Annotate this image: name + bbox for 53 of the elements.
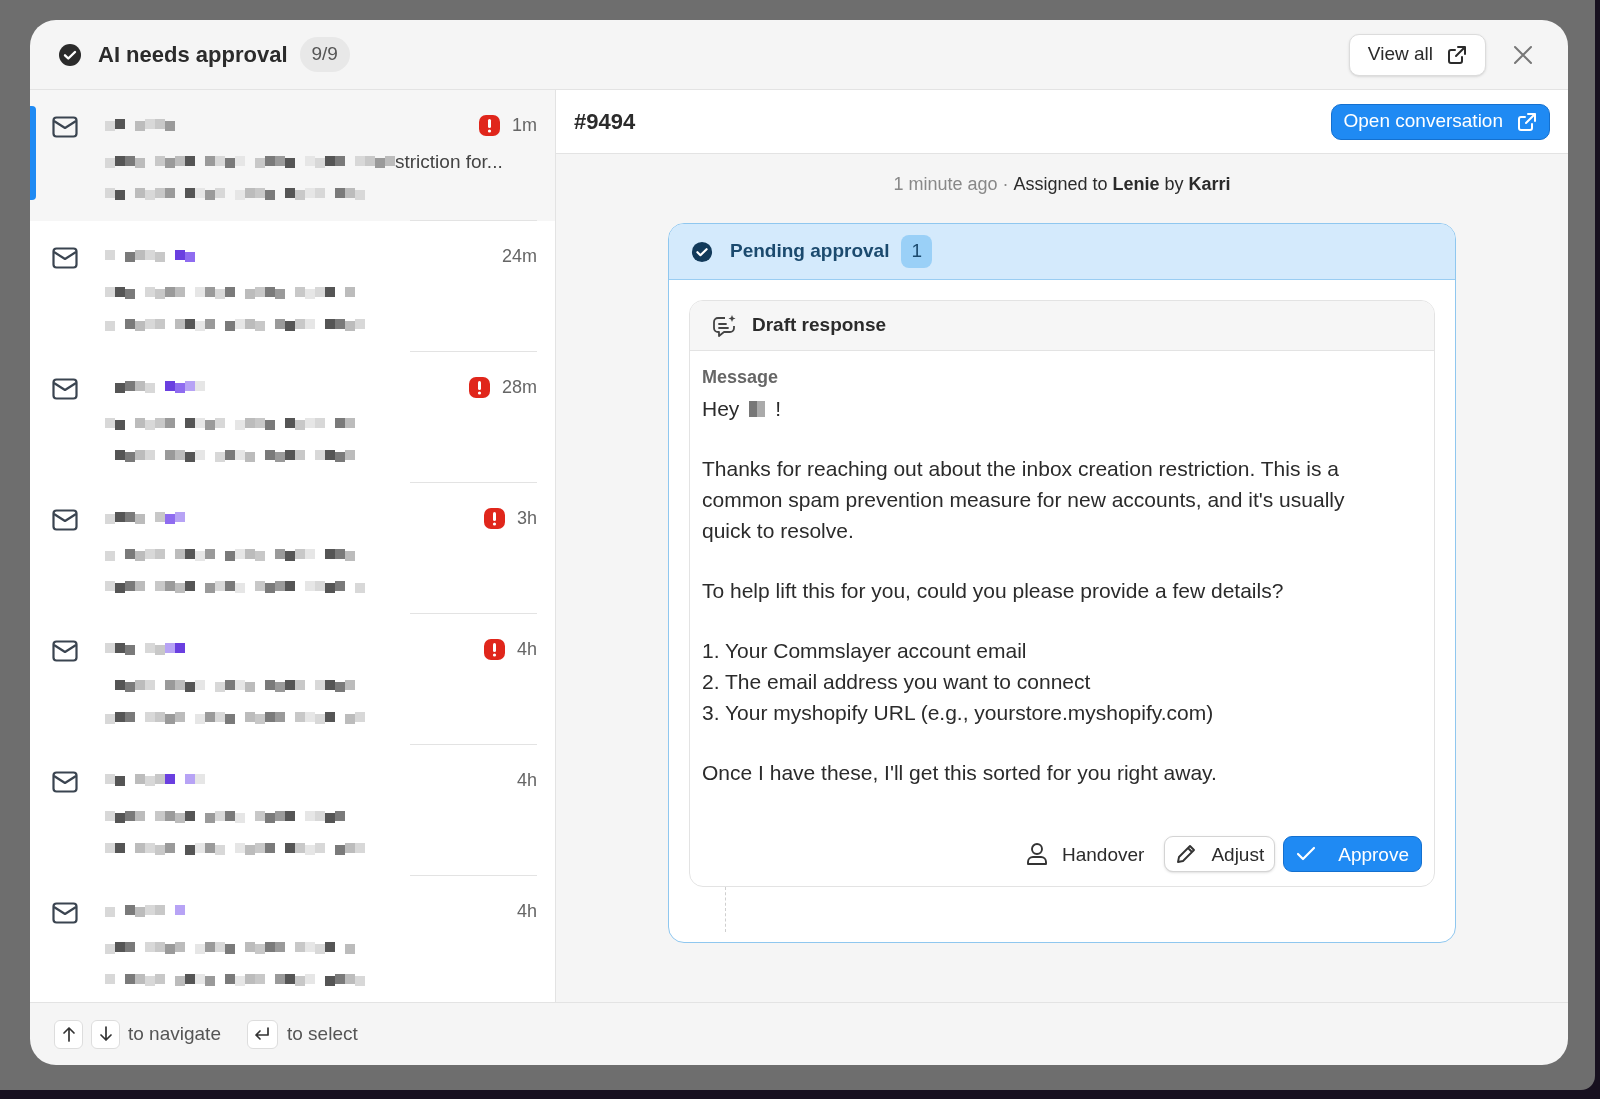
count-badge: 1	[901, 235, 932, 268]
assignment-text: Assigned to Lenie by Karri	[1013, 173, 1231, 196]
time-text: 24m	[502, 244, 537, 268]
envelope-icon	[52, 247, 78, 269]
person-icon	[1026, 842, 1048, 866]
greeting-text: Hey	[702, 396, 740, 422]
envelope-icon	[52, 640, 78, 662]
envelope-icon	[52, 116, 78, 138]
dialog-title: AI needs approval	[98, 41, 288, 69]
up-arrow-icon	[61, 1026, 76, 1042]
close-icon[interactable]	[1512, 43, 1534, 66]
message-paragraph: Thanks for reaching out about the inbox creation restriction. This is a common spam prevention measure for new accounts, and it's usually quick to resolve.	[702, 456, 1346, 544]
list-item: 2. The email address you want to connect	[702, 669, 1091, 695]
pencil-icon	[1175, 843, 1198, 865]
draft-title: Draft response	[752, 313, 887, 338]
greeting-text: !	[775, 396, 782, 422]
pending-title: Pending approval	[730, 239, 890, 264]
return-arrow-icon	[254, 1027, 271, 1041]
envelope-icon	[52, 378, 78, 400]
time-text: 1m	[512, 113, 537, 137]
open-conversation-button[interactable]: Open conversation	[1330, 103, 1550, 140]
field-label: Message	[702, 366, 780, 389]
view-all-button[interactable]: View all	[1348, 33, 1486, 76]
external-link-icon	[1447, 44, 1467, 65]
down-arrow-icon	[98, 1026, 113, 1042]
approve-button[interactable]: Approve	[1283, 836, 1422, 872]
ticket-number: #9494	[574, 108, 636, 136]
timestamp: 1 minute ago ·	[893, 173, 1009, 196]
time-text: 4h	[516, 637, 537, 661]
time-text: 4h	[516, 899, 537, 923]
time-text: 4h	[516, 768, 537, 792]
envelope-icon	[52, 902, 78, 924]
hint-text: to navigate	[128, 1021, 221, 1046]
list-item: 3. Your myshopify URL (e.g., yourstore.myshopify.com)	[702, 700, 1214, 726]
message-paragraph: To help lift this for you, could you please provide a few details?	[702, 578, 1285, 604]
chat-sparkle-icon	[712, 313, 738, 338]
hint-text: to select	[286, 1021, 358, 1046]
envelope-icon	[52, 771, 78, 793]
redacted-name	[749, 400, 766, 417]
message-paragraph: Once I have these, I'll get this sorted for you right away.	[702, 760, 1218, 786]
conversation-item[interactable]: 1m striction for...	[30, 90, 555, 221]
adjust-button[interactable]: Adjust	[1164, 836, 1276, 872]
time-text: 28m	[502, 375, 537, 399]
checkmark-icon	[1296, 846, 1317, 862]
check-circle-icon	[691, 240, 713, 263]
list-item: 1. Your Commslayer account email	[702, 638, 1027, 664]
external-link-icon	[1517, 111, 1537, 132]
time-text: 3h	[516, 506, 537, 530]
handover-button[interactable]: Handover	[1016, 836, 1155, 872]
preview-text: striction for...	[395, 149, 503, 174]
count-badge: 9/9	[299, 37, 350, 72]
check-circle-icon	[58, 42, 82, 67]
envelope-icon	[52, 509, 78, 531]
